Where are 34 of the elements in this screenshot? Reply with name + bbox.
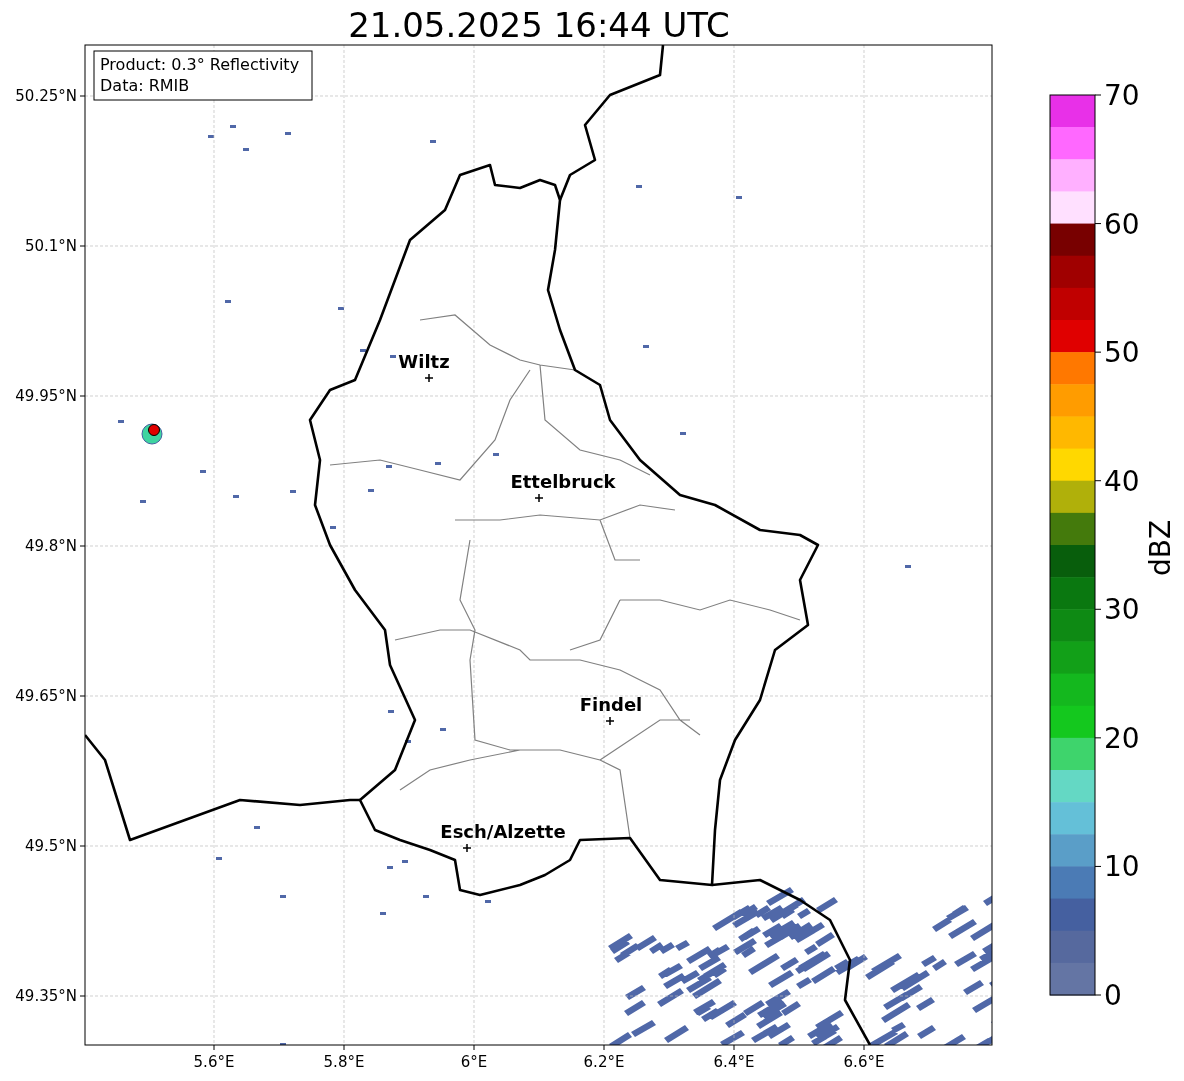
- city-marker-icon: [424, 373, 434, 383]
- colorbar-tick-label: 50: [1104, 336, 1140, 370]
- latitude-label: 49.5°N: [24, 837, 77, 855]
- latitude-label: 49.35°N: [15, 987, 77, 1005]
- longitude-label: 6°E: [460, 1053, 488, 1071]
- longitude-label: 6.2°E: [583, 1053, 625, 1071]
- latitude-label: 50.1°N: [24, 237, 77, 255]
- colorbar-tick-label: 60: [1104, 207, 1140, 241]
- radar-site-icon: [148, 424, 160, 436]
- city-label: Esch/Alzette: [440, 821, 566, 842]
- city-marker-icon: [605, 716, 615, 726]
- longitude-label: 6.6°E: [843, 1053, 885, 1071]
- info-text: Product: 0.3° Reflectivity: [100, 55, 300, 74]
- chart-title: 21.05.2025 16:44 UTC: [348, 5, 730, 45]
- longitude-label: 6.4°E: [713, 1053, 755, 1071]
- longitude-label: 5.6°E: [193, 1053, 235, 1071]
- longitude-label: 5.8°E: [323, 1053, 365, 1071]
- latitude-label: 50.25°N: [15, 87, 77, 105]
- latitude-label: 49.8°N: [24, 537, 77, 555]
- city-label: Findel: [579, 694, 643, 715]
- colorbar-tick-label: 40: [1104, 464, 1140, 498]
- colorbar-tick-label: 10: [1104, 850, 1140, 884]
- colorbar-tick-label: 0: [1104, 979, 1122, 1012]
- city-marker-icon: [534, 493, 544, 503]
- colorbar-tick-label: 20: [1104, 721, 1140, 755]
- city-label: Ettelbruck: [510, 471, 616, 492]
- city-marker-icon: [462, 843, 472, 853]
- colorbar-label: dBZ: [1144, 519, 1177, 577]
- colorbar-tick-label: 70: [1104, 79, 1140, 112]
- colorbar-tick-label: 30: [1104, 593, 1140, 627]
- latitude-label: 49.95°N: [15, 387, 77, 405]
- city-label: Wiltz: [398, 351, 450, 372]
- latitude-label: 49.65°N: [15, 687, 77, 705]
- info-text: Data: RMIB: [100, 76, 190, 95]
